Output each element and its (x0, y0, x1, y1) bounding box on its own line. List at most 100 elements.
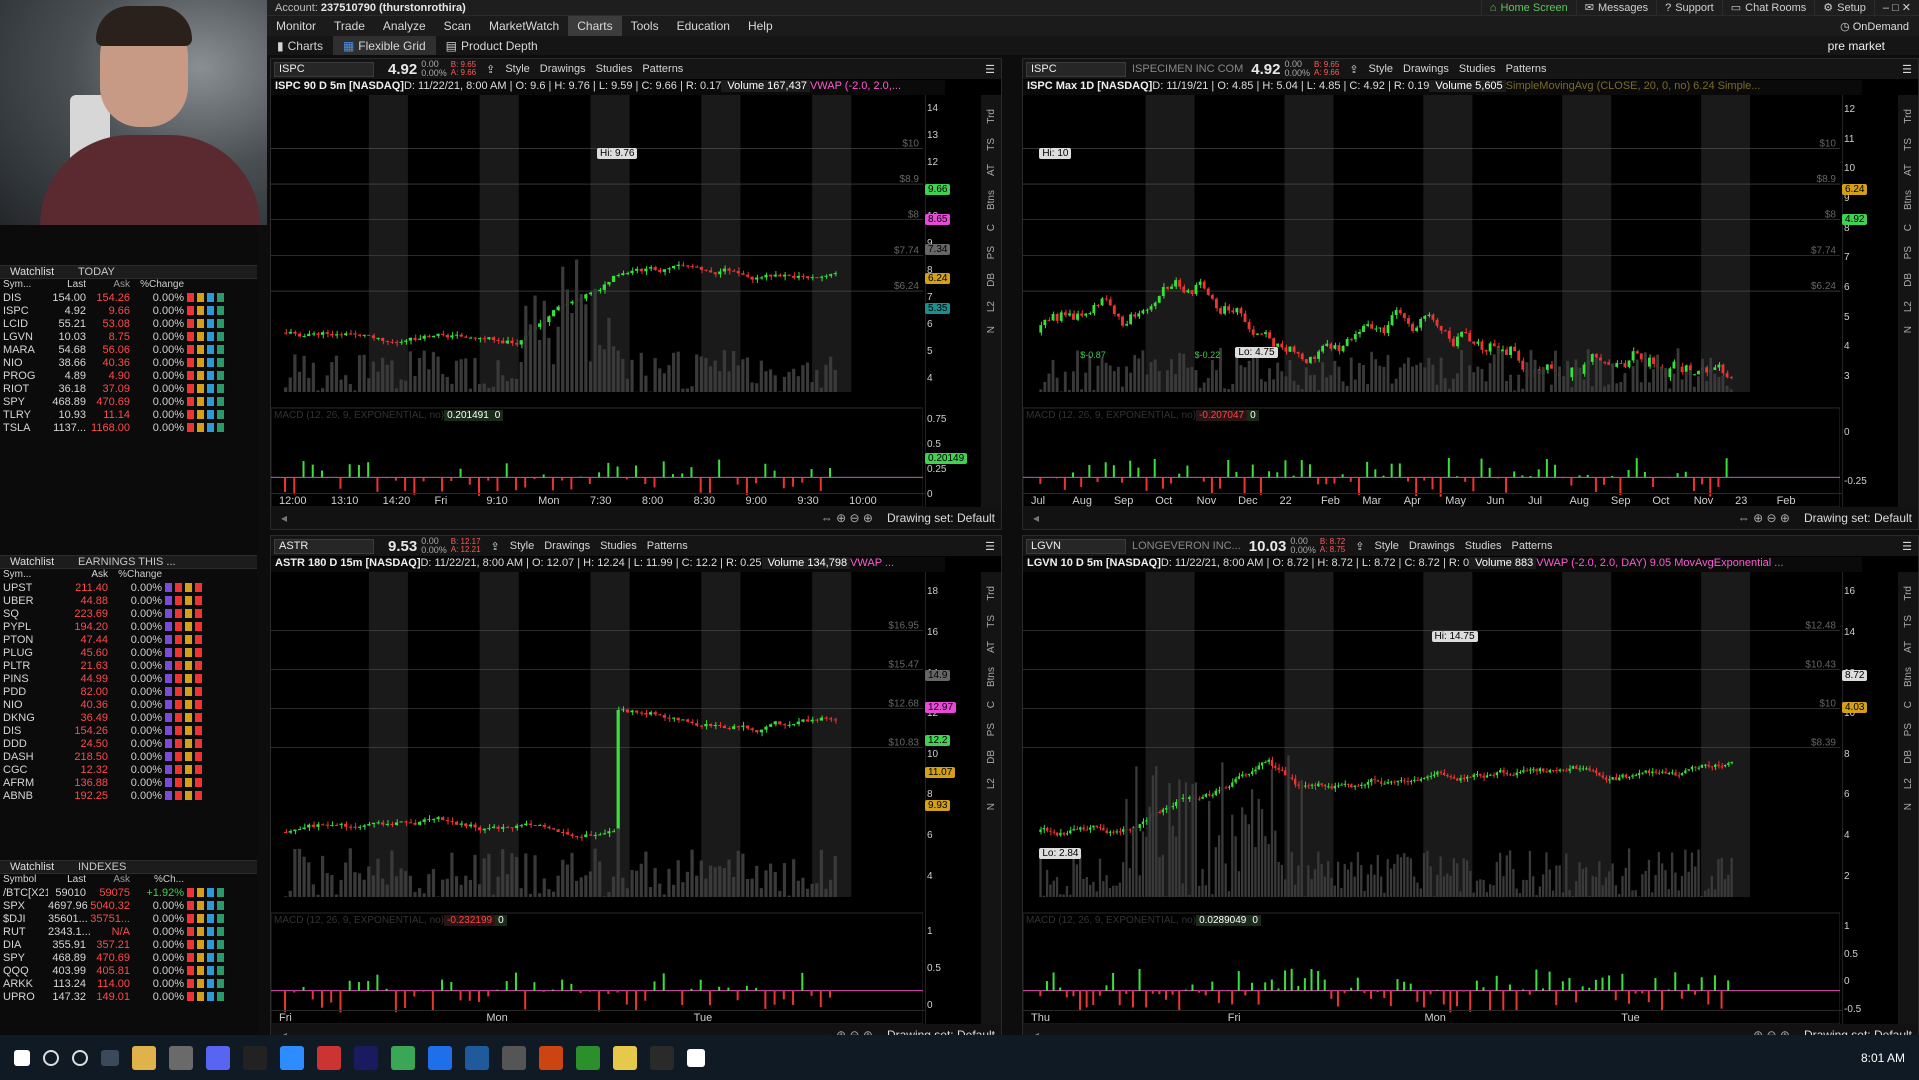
menu-tools[interactable]: Tools (622, 16, 668, 36)
thinkorswim-icon[interactable] (576, 1045, 600, 1070)
watchlist-row[interactable]: TLRY 10.93 11.14 0.00% (0, 408, 257, 421)
watchlist-row[interactable]: ARKK 113.24 114.00 0.00% (0, 977, 257, 990)
watchlist-row[interactable]: DASH 218.50 0.00% (0, 750, 257, 763)
side-tab-at[interactable]: AT (986, 641, 997, 653)
earnings-marker[interactable]: $-0.87 (1080, 350, 1106, 360)
app3-icon[interactable] (539, 1045, 563, 1070)
panel-menu-icon[interactable]: ☰ (985, 540, 995, 553)
symbol-input[interactable]: LGVN (1026, 538, 1126, 554)
watchlist-row[interactable]: UBER 44.88 0.00% (0, 594, 257, 607)
watchlist-row[interactable]: PLTR 21.63 0.00% (0, 659, 257, 672)
patterns-button[interactable]: Patterns (1506, 63, 1547, 75)
side-tab-trd[interactable]: Trd (1903, 109, 1914, 124)
watchlist-row[interactable]: PROG 4.89 4.90 0.00% (0, 369, 257, 382)
style-button[interactable]: Style (510, 540, 534, 552)
menu-marketwatch[interactable]: MarketWatch (480, 16, 568, 36)
time-axis[interactable]: Fri Mon Tue (271, 1010, 925, 1024)
share-button[interactable]: ⇪ (491, 540, 500, 553)
side-tab-ps[interactable]: PS (1903, 246, 1914, 259)
watchlist-row[interactable]: ABNB 192.25 0.00% (0, 789, 257, 802)
side-tab-ts[interactable]: TS (986, 615, 997, 628)
side-tab-ps[interactable]: PS (986, 723, 997, 736)
side-tab-c[interactable]: C (986, 224, 997, 231)
watchlist-row[interactable]: DIA 355.91 357.21 0.00% (0, 938, 257, 951)
side-tab-trd[interactable]: Trd (986, 109, 997, 124)
app2-icon[interactable] (502, 1045, 526, 1070)
windows-start-icon[interactable] (14, 1049, 30, 1066)
watchlist-row[interactable]: DKNG 36.49 0.00% (0, 711, 257, 724)
app5-icon[interactable] (687, 1048, 705, 1067)
watchlist-row[interactable]: PTON 47.44 0.00% (0, 633, 257, 646)
chrome-icon[interactable] (391, 1045, 415, 1070)
messages-button[interactable]: ✉ Messages (1575, 0, 1656, 16)
watchlist-name[interactable]: INDEXES (78, 861, 126, 873)
side-tab-db[interactable]: DB (1903, 273, 1914, 287)
watchlist-name[interactable]: TODAY (78, 266, 115, 278)
style-button[interactable]: Style (1374, 540, 1398, 552)
side-tab-ps[interactable]: PS (986, 246, 997, 259)
watchlist-row[interactable]: DIS 154.00 154.26 0.00% (0, 291, 257, 304)
side-tab-l2[interactable]: L2 (1903, 778, 1914, 789)
side-tab-ts[interactable]: TS (1903, 615, 1914, 628)
watchlist-row[interactable]: /BTC[X21]5901059075+1.92% (0, 886, 257, 899)
side-tab-btns[interactable]: Btns (986, 667, 997, 687)
search-icon[interactable] (43, 1049, 59, 1066)
side-tab-ts[interactable]: TS (1903, 138, 1914, 151)
side-tab-btns[interactable]: Btns (986, 190, 997, 210)
home-screen-button[interactable]: ⌂ Home Screen (1480, 0, 1576, 16)
watchlist-row[interactable]: RUT 2343.1... N/A 0.00% (0, 925, 257, 938)
watchlist-row[interactable]: UPST 211.40 0.00% (0, 581, 257, 594)
side-tab-c[interactable]: C (1903, 701, 1914, 708)
side-tab-trd[interactable]: Trd (1903, 586, 1914, 601)
side-tab-btns[interactable]: Btns (1903, 190, 1914, 210)
watchlist-row[interactable]: LGVN 10.03 8.75 0.00% (0, 330, 257, 343)
tab-product-depth[interactable]: ▤ Product Depth (436, 36, 548, 55)
watchlist-row[interactable]: ISPC 4.92 9.66 0.00% (0, 304, 257, 317)
cm-icon[interactable] (465, 1045, 489, 1070)
watchlist-row[interactable]: SPY 468.89 470.69 0.00% (0, 951, 257, 964)
discord-icon[interactable] (206, 1045, 230, 1070)
file-explorer-icon[interactable] (132, 1045, 156, 1070)
price-axis[interactable] (925, 572, 981, 1024)
menu-trade[interactable]: Trade (325, 16, 374, 36)
watchlist-row[interactable]: SQ 223.69 0.00% (0, 607, 257, 620)
watchlist-row[interactable]: AFRM 136.88 0.00% (0, 776, 257, 789)
side-tab-l2[interactable]: L2 (986, 778, 997, 789)
tab-flexible-grid[interactable]: ▦ Flexible Grid (332, 36, 436, 55)
side-tab-db[interactable]: DB (986, 750, 997, 764)
share-button[interactable]: ⇪ (486, 63, 495, 76)
side-tab-l2[interactable]: L2 (986, 301, 997, 312)
watchlist-row[interactable]: PINS 44.99 0.00% (0, 672, 257, 685)
side-tab-n[interactable]: N (1903, 803, 1914, 810)
style-button[interactable]: Style (1369, 63, 1393, 75)
drawings-button[interactable]: Drawings (1409, 540, 1455, 552)
side-tab-c[interactable]: C (1903, 224, 1914, 231)
side-tab-btns[interactable]: Btns (1903, 667, 1914, 687)
scroll-arrow-icon[interactable]: ◂ (1033, 511, 1039, 525)
menu-help[interactable]: Help (739, 16, 782, 36)
studies-button[interactable]: Studies (596, 63, 633, 75)
zoom-controls-icon[interactable]: ⇔ ⊕ ⊖ ⊕ (821, 511, 873, 525)
window-controls[interactable]: – □ ✕ (1873, 0, 1919, 16)
time-axis[interactable]: Jul Aug Sep Oct Nov Dec 22 Feb Mar Apr May Jun Jul Au… (1023, 493, 1842, 507)
task-view-icon[interactable] (101, 1049, 119, 1066)
studies-button[interactable]: Studies (600, 540, 637, 552)
watchlist-row[interactable]: PDD 82.00 0.00% (0, 685, 257, 698)
watchlist-row[interactable]: SPY 468.89 470.69 0.00% (0, 395, 257, 408)
watchlist-row[interactable]: CGC 12.32 0.00% (0, 763, 257, 776)
symbol-input[interactable]: ASTR (274, 538, 374, 554)
drawings-button[interactable]: Drawings (544, 540, 590, 552)
time-axis[interactable]: 12:00 13:10 14:20 Fri 9:10 Mon 7:30 8:00 8:30 9:0… (271, 493, 925, 507)
watchlist-name[interactable]: EARNINGS THIS ... (78, 556, 176, 568)
earnings-marker[interactable]: $-0.22 (1195, 350, 1221, 360)
side-tab-l2[interactable]: L2 (1903, 301, 1914, 312)
side-tab-ps[interactable]: PS (1903, 723, 1914, 736)
tab-charts[interactable]: ▮ Charts (267, 36, 333, 55)
watchlist-row[interactable]: TSLA 1137... 1168.00 0.00% (0, 421, 257, 434)
studies-button[interactable]: Studies (1465, 540, 1502, 552)
drawings-button[interactable]: Drawings (1403, 63, 1449, 75)
symbol-input[interactable]: ISPC (1026, 61, 1126, 77)
obs-icon[interactable] (169, 1045, 193, 1070)
panel-menu-icon[interactable]: ☰ (1902, 63, 1912, 76)
side-tab-at[interactable]: AT (986, 164, 997, 176)
